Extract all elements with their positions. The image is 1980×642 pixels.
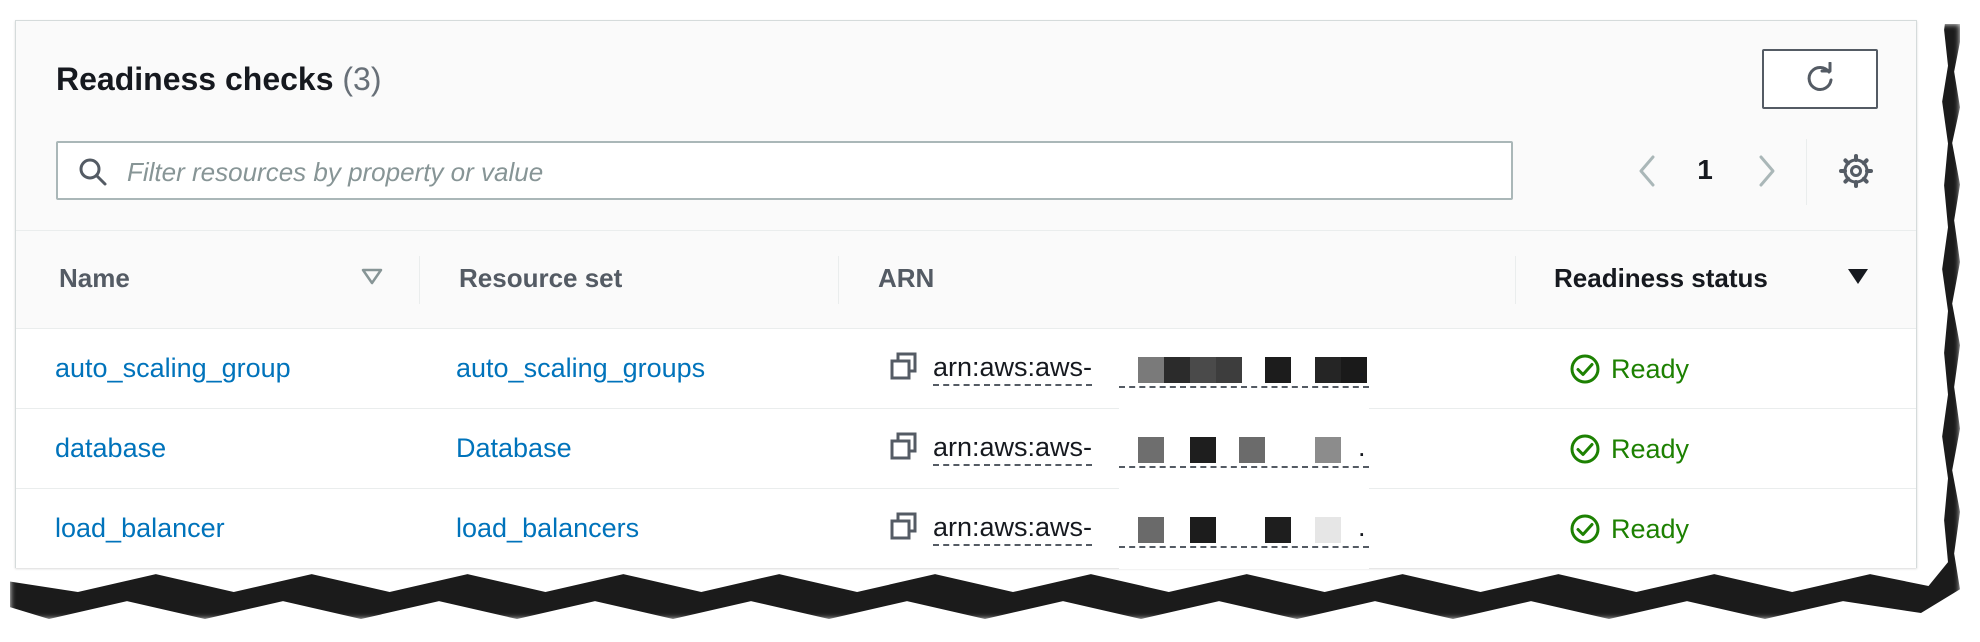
panel-header: Readiness checks (3) Filter resources by… [16, 21, 1916, 231]
readiness-check-name-link[interactable]: load_balancer [55, 513, 225, 544]
column-separator[interactable] [838, 256, 839, 304]
arn-underline [1119, 466, 1369, 468]
copy-icon[interactable] [889, 351, 919, 381]
redacted-arn-segment: . [1119, 409, 1369, 489]
title-text: Readiness checks [56, 61, 334, 97]
arn-underline [1119, 386, 1369, 388]
gear-icon[interactable] [1838, 153, 1874, 189]
redacted-arn-segment: . [1119, 329, 1369, 409]
search-input[interactable]: Filter resources by property or value [56, 141, 1513, 200]
arn-value[interactable]: arn:aws:aws- [933, 352, 1093, 386]
column-separator[interactable] [1515, 256, 1516, 304]
readiness-check-name-link[interactable]: auto_scaling_group [55, 353, 291, 384]
resource-set-link[interactable]: Database [456, 433, 572, 464]
arn-value[interactable]: arn:aws:aws- [933, 432, 1093, 466]
current-page-number[interactable]: 1 [1692, 154, 1718, 186]
title-count: (3) [342, 61, 382, 97]
column-separator[interactable] [419, 256, 420, 304]
check-circle-icon [1570, 434, 1600, 464]
check-circle-icon [1570, 514, 1600, 544]
chevron-left-icon[interactable] [1636, 153, 1660, 189]
table-header: Name Resource set ARN Readiness status [16, 231, 1916, 329]
arn-value[interactable]: arn:aws:aws- [933, 512, 1093, 546]
status-label: Ready [1611, 353, 1690, 384]
column-header-name[interactable]: Name [59, 263, 130, 294]
readiness-status: Ready [1569, 433, 1689, 465]
column-header-arn[interactable]: ARN [878, 263, 934, 294]
search-icon [79, 158, 107, 186]
resource-set-link[interactable]: load_balancers [456, 513, 639, 544]
arn-suffix: . [1358, 432, 1366, 462]
status-label: Ready [1611, 513, 1690, 544]
table-body: auto_scaling_group auto_scaling_groups a… [16, 329, 1916, 569]
refresh-icon [1807, 62, 1833, 91]
redacted-arn-segment: . [1119, 489, 1369, 569]
readiness-check-name-link[interactable]: database [55, 433, 166, 464]
arn-text: arn:aws:aws- [933, 432, 1093, 466]
pagination-divider [1806, 139, 1807, 205]
copy-icon[interactable] [889, 431, 919, 461]
readiness-status: Ready [1569, 513, 1689, 545]
check-circle-icon [1570, 354, 1600, 384]
table-row: database Database arn:aws:aws- . Ready [16, 409, 1916, 489]
screenshot-paper: Readiness checks (3) Filter resources by… [0, 0, 1948, 593]
arn-underline [1119, 546, 1369, 548]
table-row: auto_scaling_group auto_scaling_groups a… [16, 329, 1916, 409]
resource-set-link[interactable]: auto_scaling_groups [456, 353, 705, 384]
column-header-readiness-status[interactable]: Readiness status [1554, 263, 1768, 294]
sort-caret-filled-icon[interactable] [1846, 267, 1870, 287]
refresh-button[interactable] [1762, 49, 1878, 109]
status-label: Ready [1611, 433, 1690, 464]
page-title: Readiness checks (3) [56, 61, 382, 98]
readiness-checks-panel: Readiness checks (3) Filter resources by… [15, 20, 1917, 569]
chevron-right-icon[interactable] [1754, 153, 1778, 189]
arn-text: arn:aws:aws- [933, 512, 1093, 546]
column-header-resource-set[interactable]: Resource set [459, 263, 622, 294]
readiness-status: Ready [1569, 353, 1689, 385]
arn-text: arn:aws:aws- [933, 352, 1093, 386]
sort-caret-outline-icon[interactable] [360, 267, 384, 287]
arn-suffix: . [1358, 512, 1366, 542]
table-row: load_balancer load_balancers arn:aws:aws… [16, 489, 1916, 569]
search-placeholder: Filter resources by property or value [127, 157, 544, 187]
copy-icon[interactable] [889, 511, 919, 541]
arn-suffix: . [1358, 352, 1366, 382]
